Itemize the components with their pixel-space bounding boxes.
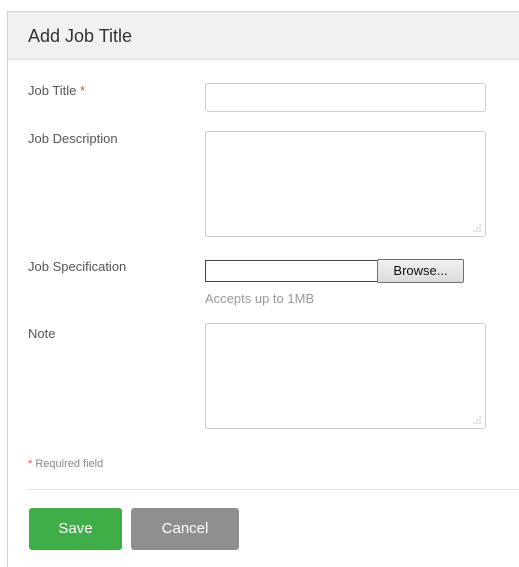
required-field-text: Required field <box>35 458 104 470</box>
job-title-label: Job Title * <box>28 83 85 98</box>
required-marker: * <box>28 458 33 470</box>
note-textarea[interactable] <box>205 323 486 429</box>
divider <box>28 489 519 490</box>
page-title: Add Job Title <box>28 26 133 46</box>
cancel-button[interactable]: Cancel <box>131 508 239 550</box>
panel-header: Add Job Title <box>8 12 519 60</box>
job-specification-file-input[interactable] <box>205 260 377 282</box>
job-specification-label: Job Specification <box>28 259 127 274</box>
required-marker: * <box>80 83 86 98</box>
job-title-label-text: Job Title <box>28 83 77 98</box>
file-size-hint: Accepts up to 1MB <box>205 291 315 306</box>
resize-grip-icon[interactable] <box>471 414 481 424</box>
add-job-title-panel: Add Job Title Job Title * Job Descriptio… <box>7 11 519 567</box>
note-label: Note <box>28 326 56 341</box>
job-title-input[interactable] <box>205 83 486 112</box>
job-description-textarea[interactable] <box>205 131 486 237</box>
required-field-note: * Required field <box>28 458 103 470</box>
browse-button[interactable]: Browse... <box>377 259 464 283</box>
job-description-label: Job Description <box>28 131 118 146</box>
resize-grip-icon[interactable] <box>471 222 481 232</box>
save-button[interactable]: Save <box>29 508 122 550</box>
